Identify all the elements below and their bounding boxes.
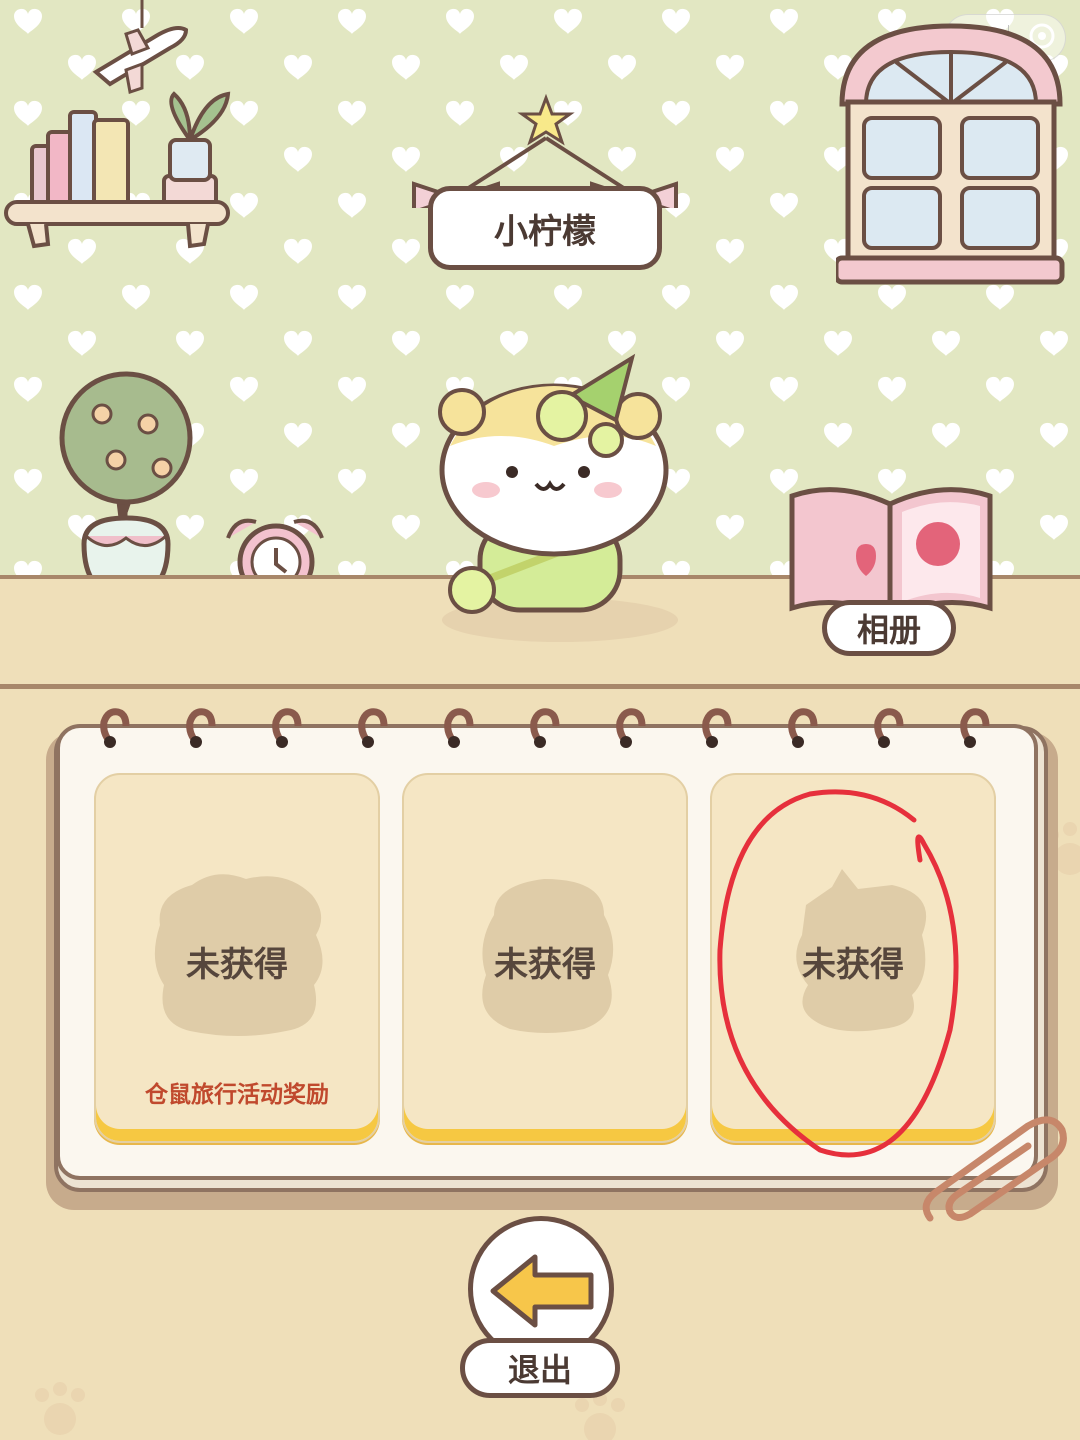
hamster-pet[interactable] [420,350,690,654]
notebook-ring [272,708,302,748]
notebook-ring [358,708,388,748]
notebook-ring [788,708,818,748]
pet-name-sign: 小柠檬 [428,186,662,270]
card-status: 未获得 [802,945,904,985]
notebook-ring [186,708,216,748]
notebook-ring [960,708,990,748]
back-arrow-icon [473,1254,609,1357]
notebook-ring [530,708,560,748]
bookshelf [4,84,234,258]
card-status: 未获得 [494,945,596,985]
notebook-ring [616,708,646,748]
costume-card-2[interactable]: 未获得 [402,773,688,1143]
costume-card-1[interactable]: 未获得 仓鼠旅行活动奖励 [94,773,380,1143]
notebook-ring [444,708,474,748]
card-status: 未获得 [186,945,288,985]
exit-label[interactable]: 退出 [460,1338,620,1398]
costume-card-3[interactable]: 未获得 [710,773,996,1143]
potted-tree [52,368,202,608]
notebook-ring [100,708,130,748]
card-reward-source: 仓鼠旅行活动奖励 [145,1082,329,1108]
paperclip [918,1108,1068,1242]
notebook-ring [874,708,904,748]
window [833,18,1066,292]
album-button[interactable]: 相册 [822,600,956,656]
notebook-ring [702,708,732,748]
